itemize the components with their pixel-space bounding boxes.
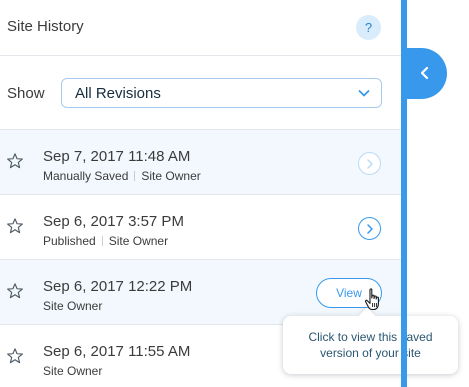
revision-row[interactable]: Sep 6, 2017 3:57 PM Published Site Owner (0, 194, 401, 259)
revision-row[interactable]: Sep 6, 2017 12:22 PM Site Owner View (0, 259, 401, 324)
revision-date: Sep 7, 2017 11:48 AM (43, 148, 191, 165)
chevron-left-icon (420, 66, 429, 80)
revision-row[interactable]: Sep 7, 2017 11:48 AM Manually Saved Site … (0, 129, 401, 194)
star-outline-icon[interactable] (6, 152, 24, 170)
revision-author: Site Owner (141, 169, 201, 183)
panel-header: Site History ? (0, 0, 401, 56)
meta-separator (134, 171, 136, 181)
revision-meta: Site Owner (43, 364, 102, 378)
revision-meta: Published Site Owner (43, 234, 168, 248)
tooltip-line-1: Click to view this saved (308, 330, 433, 344)
revision-meta: Site Owner (43, 299, 102, 313)
collapse-panel-button[interactable] (401, 48, 447, 99)
revision-date: Sep 6, 2017 11:55 AM (43, 343, 191, 360)
revision-status: Published (43, 234, 96, 248)
revision-status: Manually Saved (43, 169, 129, 183)
show-label: Show (7, 85, 45, 102)
star-outline-icon[interactable] (6, 217, 24, 235)
panel-title: Site History (7, 18, 84, 35)
dropdown-selected-value: All Revisions (75, 85, 161, 102)
star-outline-icon[interactable] (6, 282, 24, 300)
revision-author: Site Owner (43, 299, 103, 313)
chevron-down-icon (358, 90, 370, 97)
revision-author: Site Owner (43, 364, 103, 378)
chevron-right-icon (367, 224, 373, 234)
filter-row: Show All Revisions (0, 57, 401, 129)
revision-date: Sep 6, 2017 12:22 PM (43, 278, 193, 295)
chevron-right-icon (367, 159, 373, 169)
meta-separator (101, 236, 103, 246)
tooltip-line-2: version of your site (320, 346, 421, 360)
question-icon: ? (364, 20, 373, 35)
star-outline-icon[interactable] (6, 347, 24, 365)
revision-author: Site Owner (108, 234, 169, 248)
open-revision-button[interactable] (358, 152, 381, 175)
revision-date: Sep 6, 2017 3:57 PM (43, 213, 184, 230)
view-tooltip: Click to view this saved version of your… (283, 316, 458, 374)
revision-meta: Manually Saved Site Owner (43, 169, 201, 183)
revision-filter-dropdown[interactable]: All Revisions (61, 78, 382, 108)
help-button[interactable]: ? (356, 15, 381, 40)
open-revision-button[interactable] (358, 217, 381, 240)
